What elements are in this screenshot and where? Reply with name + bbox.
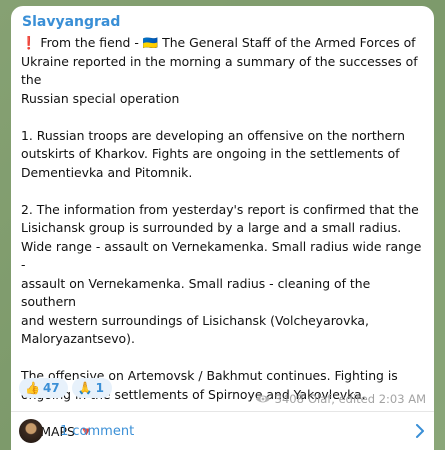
reaction-thumbs-up[interactable]: 👍 47 (19, 378, 68, 398)
eye-icon (255, 395, 270, 403)
chevron-right-icon (416, 424, 424, 438)
author-edited-time: Olaf, edited 2:03 AM (307, 392, 426, 406)
comments-label: 1 comment (60, 423, 135, 439)
thumbs-up-icon: 👍 (25, 381, 40, 395)
avatar (19, 419, 43, 443)
comments-button[interactable]: 1 comment (11, 412, 434, 450)
reaction-count: 1 (95, 381, 104, 395)
view-count: 3408 (274, 392, 304, 406)
message-bubble: Slavyangrad ❗ From the fiend - 🇺🇦 The Ge… (11, 6, 434, 450)
reactions-bar: 👍 47 🙏 1 (19, 378, 112, 398)
reaction-count: 47 (42, 381, 60, 395)
message-meta: 3408 Olaf, edited 2:03 AM (255, 392, 426, 406)
reaction-pray[interactable]: 🙏 1 (71, 378, 112, 398)
pray-icon: 🙏 (77, 381, 93, 395)
channel-name[interactable]: Slavyangrad (22, 14, 120, 30)
